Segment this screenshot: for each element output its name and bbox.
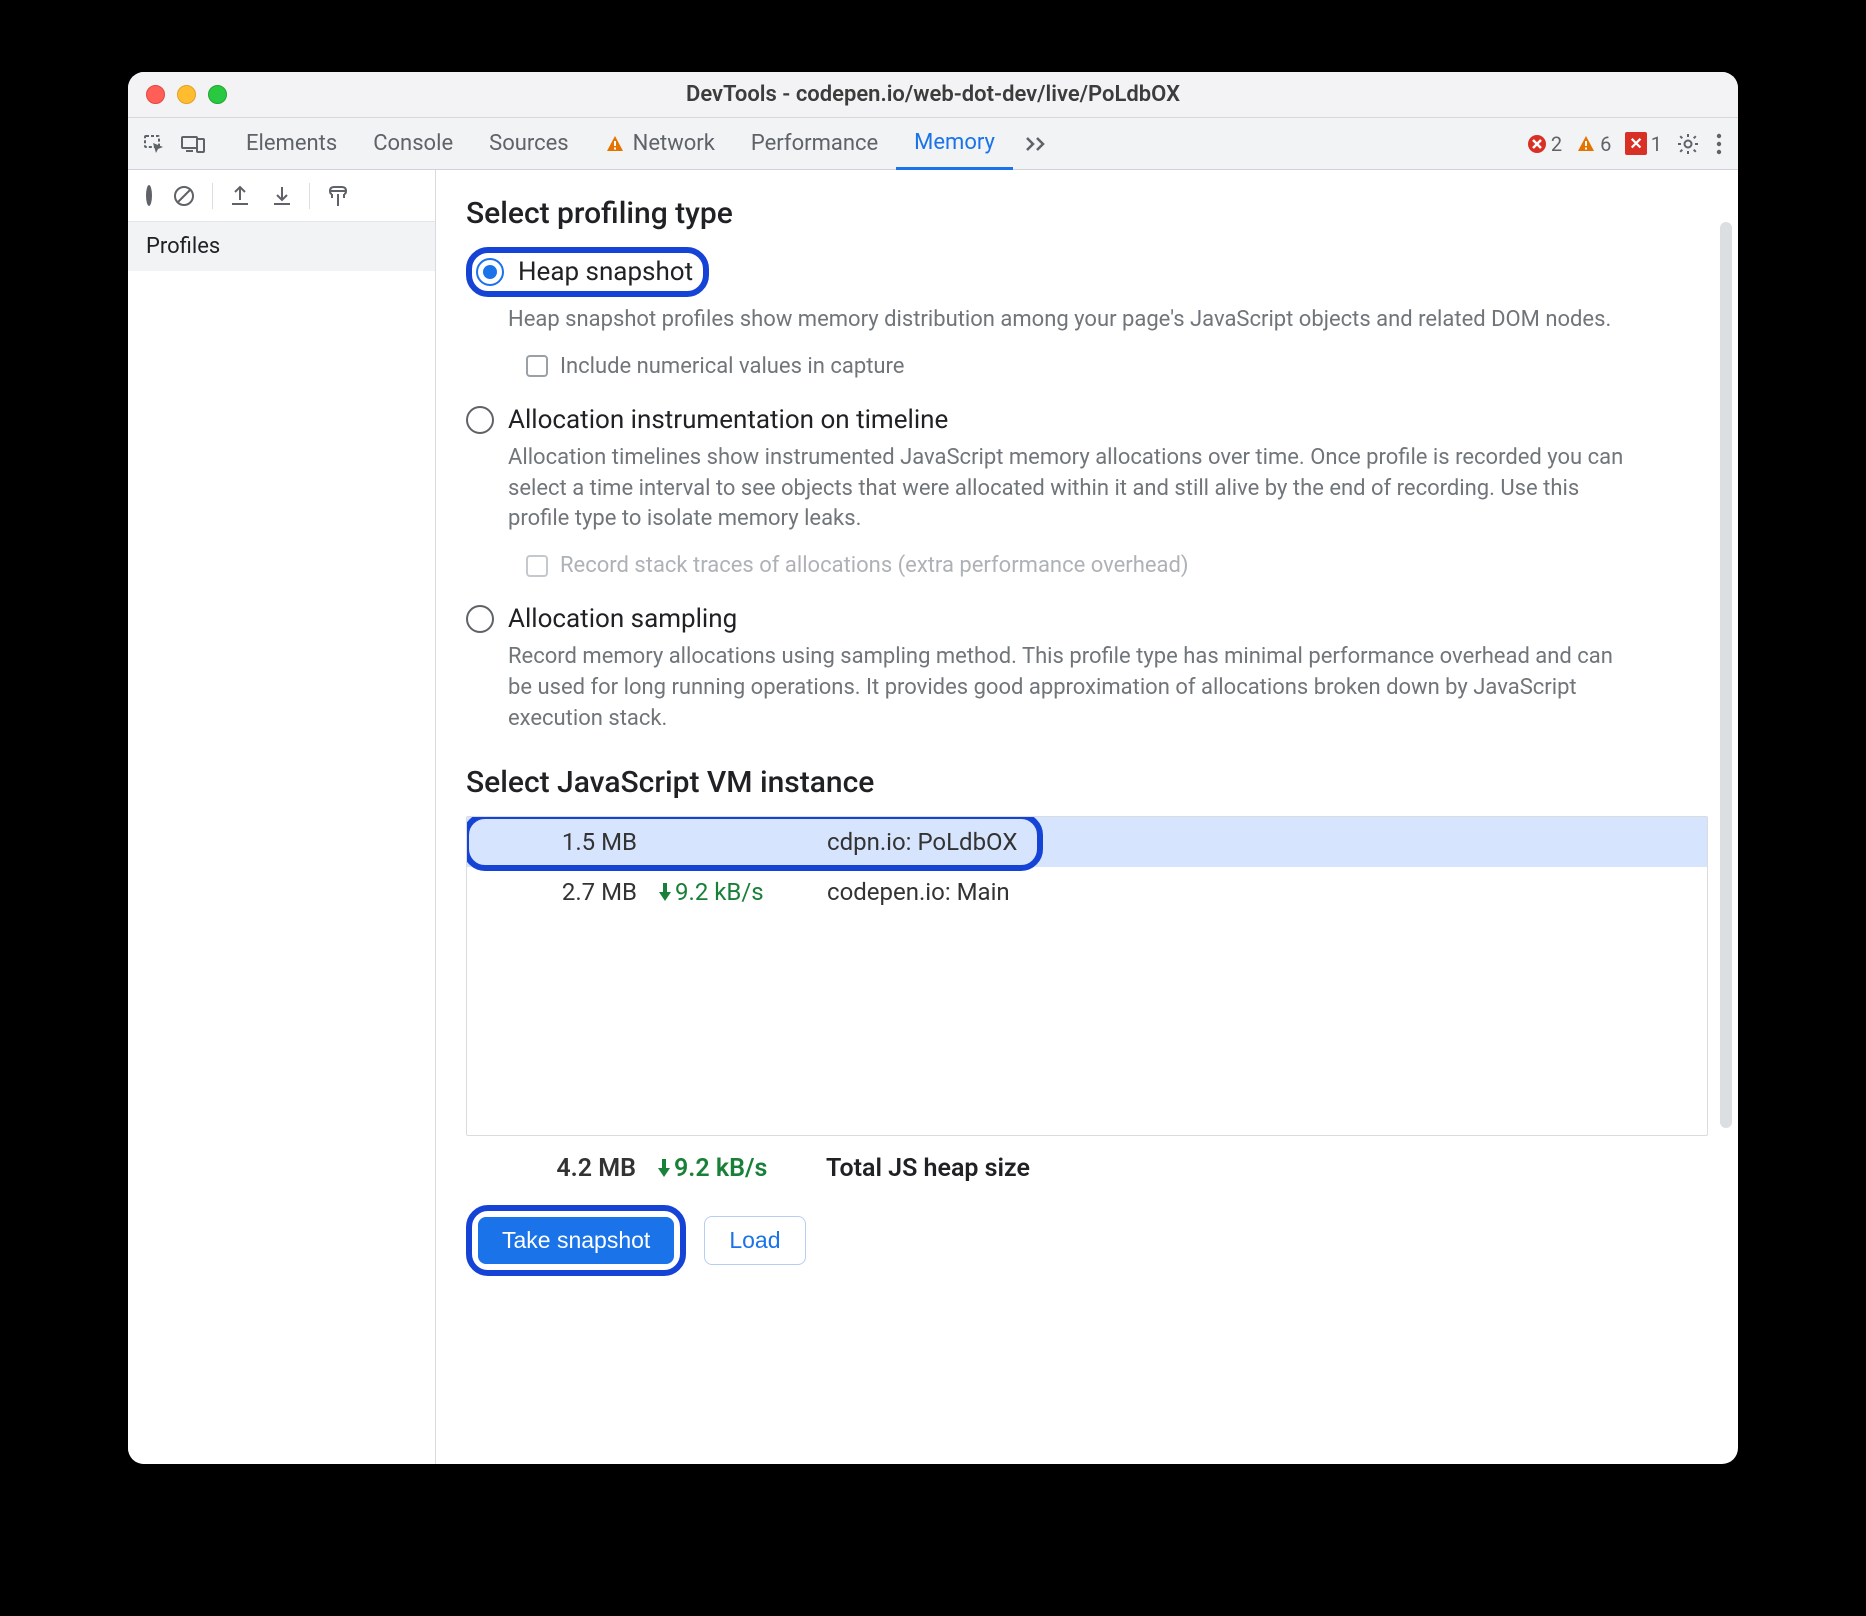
heap-snapshot-desc: Heap snapshot profiles show memory distr…	[508, 305, 1628, 336]
extension-issue-count[interactable]: ✕ 1	[1625, 132, 1662, 156]
option-allocation-timeline: Allocation instrumentation on timeline A…	[466, 405, 1708, 578]
total-size: 4.2 MB	[506, 1154, 656, 1183]
devtools-window: DevTools - codepen.io/web-dot-dev/live/P…	[128, 72, 1738, 1464]
allocation-timeline-desc: Allocation timelines show instrumented J…	[508, 443, 1628, 535]
checkbox-include-numerical[interactable]	[526, 355, 548, 377]
take-snapshot-button[interactable]: Take snapshot	[478, 1217, 674, 1264]
allocation-timeline-title[interactable]: Allocation instrumentation on timeline	[508, 405, 948, 435]
include-numerical-label[interactable]: Include numerical values in capture	[560, 354, 904, 379]
more-tabs-button[interactable]	[1013, 134, 1059, 154]
total-rate: 9.2 kB/s	[656, 1154, 826, 1183]
radio-heap-snapshot[interactable]	[476, 258, 504, 286]
export-button[interactable]	[225, 180, 255, 212]
radio-allocation-timeline[interactable]	[466, 406, 494, 434]
window-title: DevTools - codepen.io/web-dot-dev/live/P…	[128, 82, 1738, 107]
profiles-heading: Profiles	[128, 222, 435, 271]
memory-main-panel: Select profiling type Heap snapshot Heap…	[436, 170, 1738, 1464]
load-button[interactable]: Load	[704, 1216, 805, 1265]
vm-size: 1.5 MB	[507, 828, 657, 856]
option-heap-snapshot: Heap snapshot Heap snapshot profiles sho…	[466, 247, 1708, 379]
heap-snapshot-title[interactable]: Heap snapshot	[518, 257, 693, 287]
record-stack-label: Record stack traces of allocations (extr…	[560, 553, 1189, 578]
scrollbar[interactable]	[1720, 222, 1732, 1128]
vm-instance-table: 1.5 MB cdpn.io: PoLdbOX 2.7 MB 9.2 kB/s …	[466, 816, 1708, 1136]
device-toggle-icon[interactable]	[180, 132, 206, 156]
warning-count[interactable]: 6	[1576, 132, 1611, 156]
heap-totals: 4.2 MB 9.2 kB/s Total JS heap size	[466, 1136, 1708, 1183]
vm-name: cdpn.io: PoLdbOX	[827, 828, 1693, 856]
profiles-sidebar: Profiles	[128, 170, 436, 1464]
inspect-element-icon[interactable]	[142, 132, 166, 156]
clear-button[interactable]	[168, 180, 200, 212]
titlebar: DevTools - codepen.io/web-dot-dev/live/P…	[128, 72, 1738, 118]
close-window-button[interactable]	[146, 85, 165, 104]
record-button[interactable]	[142, 184, 156, 207]
sidebar-toolbar	[128, 170, 435, 222]
window-controls	[146, 85, 227, 104]
allocation-sampling-desc: Record memory allocations using sampling…	[508, 642, 1628, 734]
error-count[interactable]: 2	[1527, 132, 1562, 156]
radio-allocation-sampling[interactable]	[466, 605, 494, 633]
allocation-sampling-title[interactable]: Allocation sampling	[508, 604, 737, 634]
import-button[interactable]	[267, 180, 297, 212]
tab-sources[interactable]: Sources	[471, 118, 587, 169]
tab-console[interactable]: Console	[355, 118, 471, 169]
minimize-window-button[interactable]	[177, 85, 196, 104]
tab-elements[interactable]: Elements	[228, 118, 355, 169]
checkbox-record-stack	[526, 555, 548, 577]
highlight-heap-snapshot: Heap snapshot	[466, 247, 709, 297]
vm-rate: 9.2 kB/s	[657, 878, 827, 906]
vm-row-selected[interactable]: 1.5 MB cdpn.io: PoLdbOX	[467, 817, 1707, 867]
maximize-window-button[interactable]	[208, 85, 227, 104]
tab-network[interactable]: Network	[587, 118, 733, 169]
vm-name: codepen.io: Main	[827, 878, 1693, 906]
collect-garbage-button[interactable]	[322, 179, 354, 213]
highlight-take-snapshot: Take snapshot	[466, 1205, 686, 1276]
tab-performance[interactable]: Performance	[733, 118, 896, 169]
tab-memory[interactable]: Memory	[896, 118, 1013, 170]
select-vm-heading: Select JavaScript VM instance	[466, 765, 1708, 800]
settings-gear-icon[interactable]	[1676, 132, 1700, 156]
select-profiling-type-heading: Select profiling type	[466, 196, 1708, 231]
total-label: Total JS heap size	[826, 1154, 1694, 1183]
vm-row[interactable]: 2.7 MB 9.2 kB/s codepen.io: Main	[467, 867, 1707, 917]
kebab-menu-icon[interactable]	[1714, 132, 1724, 156]
panel-tabbar: Elements Console Sources Network Perform…	[128, 118, 1738, 170]
vm-size: 2.7 MB	[507, 878, 657, 906]
tab-network-label: Network	[633, 131, 715, 156]
option-allocation-sampling: Allocation sampling Record memory alloca…	[466, 604, 1708, 734]
